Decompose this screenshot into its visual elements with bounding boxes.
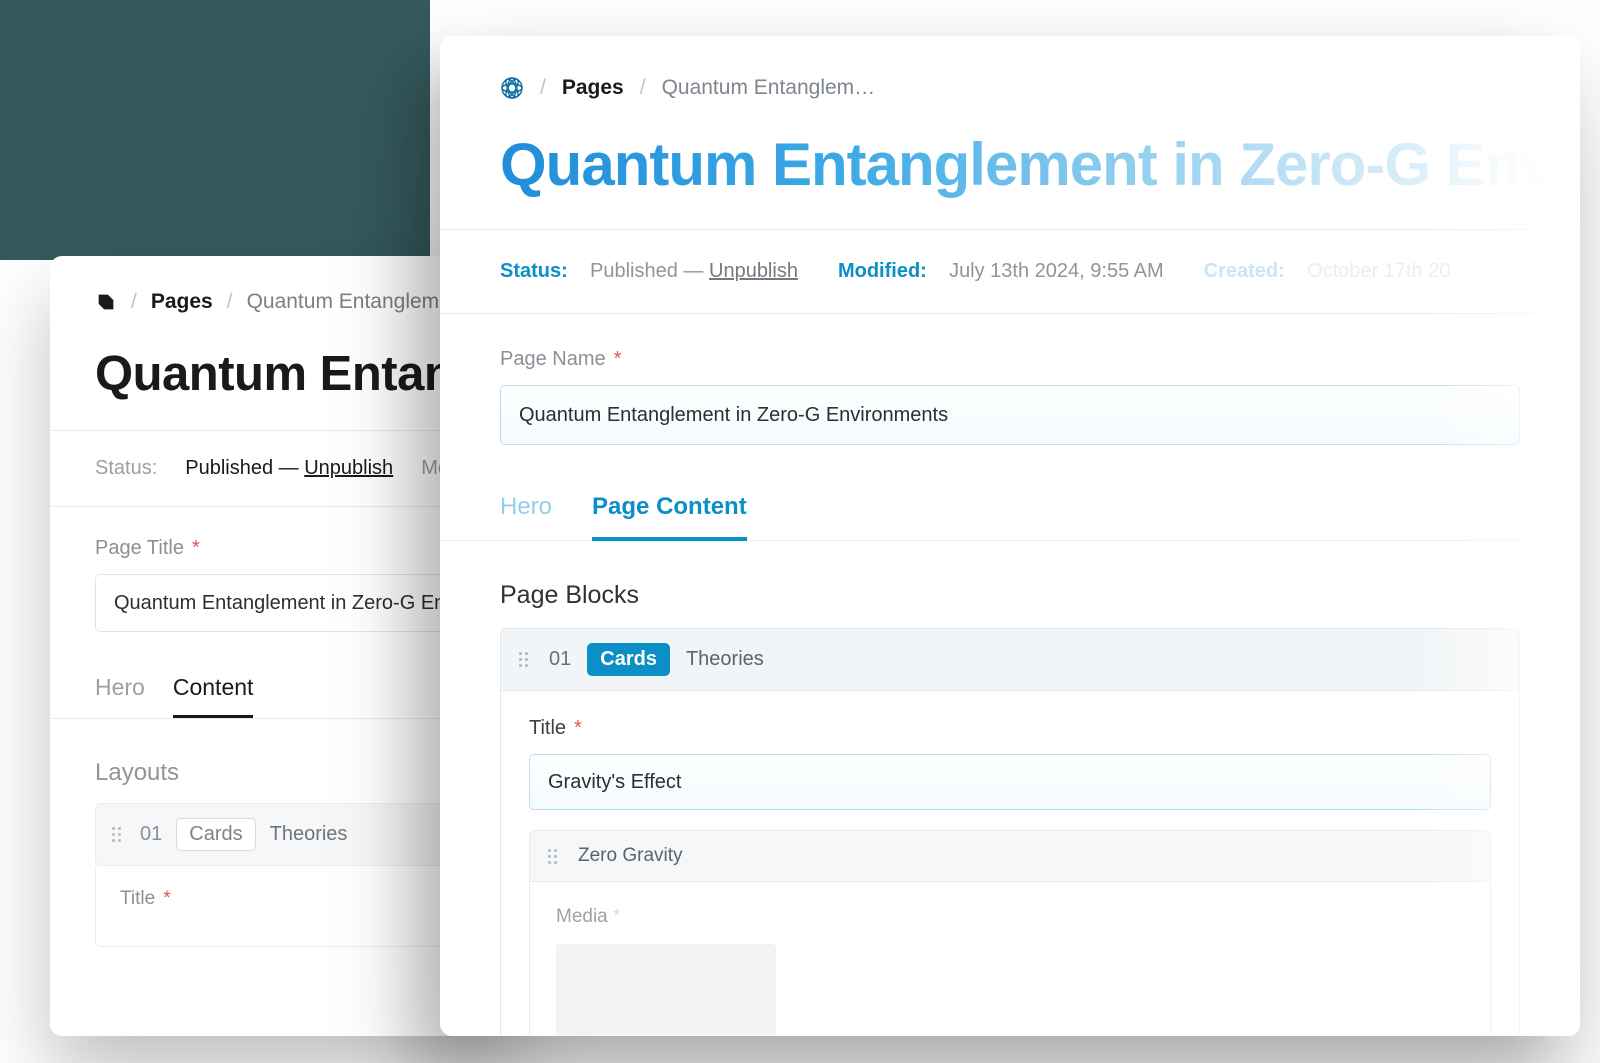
- drag-handle-icon[interactable]: [548, 849, 562, 864]
- subblock-title: Zero Gravity: [578, 845, 683, 867]
- block-number: 01: [140, 823, 162, 846]
- status-value: Published: [590, 260, 678, 282]
- block-type-chip: Cards: [176, 818, 255, 851]
- block-title-input[interactable]: [529, 754, 1491, 810]
- required-asterisk: *: [614, 348, 622, 371]
- tab-page-content[interactable]: Page Content: [592, 493, 747, 541]
- required-asterisk: *: [613, 906, 620, 927]
- block-title: Theories: [270, 823, 348, 846]
- unpublish-link[interactable]: Unpublish: [304, 457, 393, 479]
- tab-hero[interactable]: Hero: [500, 493, 552, 541]
- media-label: Media: [556, 906, 608, 927]
- block-body: Title *: [95, 866, 470, 947]
- block-number: 01: [549, 648, 571, 671]
- breadcrumb-separator: /: [540, 76, 546, 100]
- required-asterisk: *: [163, 888, 170, 910]
- background-slab: [0, 0, 430, 260]
- breadcrumb-separator: /: [227, 290, 233, 314]
- page-name-label: Page Name: [500, 348, 606, 371]
- tab-content[interactable]: Content: [173, 674, 254, 718]
- modified-label: Modified:: [838, 260, 927, 282]
- status-value: Published: [185, 457, 273, 479]
- required-asterisk: *: [192, 537, 200, 560]
- subblock-row[interactable]: Zero Gravity: [529, 830, 1491, 882]
- created-value: October 17th 20: [1307, 260, 1450, 282]
- page-title: Quantum Entanglement in Zero-G Env: [440, 118, 1580, 229]
- tabs: Hero Page Content: [440, 459, 1580, 541]
- block-body: Title * Zero Gravity Media * bubble-imag…: [500, 691, 1520, 1036]
- breadcrumb-separator: /: [131, 290, 137, 314]
- breadcrumb-separator: /: [640, 76, 646, 100]
- page-name-field: Page Name *: [440, 314, 1580, 459]
- block-row[interactable]: 01 Cards Theories: [500, 628, 1520, 691]
- block-type-chip: Cards: [587, 643, 670, 676]
- globe-logo-icon: [500, 76, 524, 100]
- app-logo-icon: [95, 291, 117, 313]
- breadcrumb-pages[interactable]: Pages: [151, 290, 213, 314]
- nested-title-label: Title: [529, 717, 566, 740]
- drag-handle-icon[interactable]: [112, 827, 126, 842]
- page-title-input[interactable]: [95, 574, 470, 632]
- front-window: / Pages / Quantum Entanglem… Quantum Ent…: [440, 36, 1580, 1036]
- meta-row: Status: Published — Unpublish Modified: …: [440, 230, 1580, 313]
- status-label: Status:: [500, 260, 568, 282]
- tab-hero[interactable]: Hero: [95, 674, 145, 718]
- breadcrumb: / Pages / Quantum Entanglem…: [440, 36, 1580, 118]
- breadcrumb-pages[interactable]: Pages: [562, 76, 624, 100]
- modified-value: July 13th 2024, 9:55 AM: [949, 260, 1164, 282]
- page-name-input[interactable]: [500, 385, 1520, 445]
- block-row[interactable]: 01 Cards Theories: [95, 803, 470, 866]
- status-label: Status:: [95, 457, 157, 480]
- subblock-body: Media * bubble-image.jpg: [529, 882, 1491, 1036]
- created-label: Created:: [1204, 260, 1285, 282]
- media-placeholder[interactable]: [556, 944, 776, 1036]
- drag-handle-icon[interactable]: [519, 652, 533, 667]
- block-title: Theories: [686, 648, 764, 671]
- nested-title-label: Title: [120, 888, 155, 910]
- page-title-label: Page Title: [95, 537, 184, 560]
- breadcrumb-current: Quantum Entanglem…: [247, 290, 461, 314]
- page-blocks-heading: Page Blocks: [440, 541, 1580, 628]
- required-asterisk: *: [574, 717, 582, 740]
- unpublish-link[interactable]: Unpublish: [709, 260, 798, 282]
- breadcrumb-current: Quantum Entanglem…: [662, 76, 876, 100]
